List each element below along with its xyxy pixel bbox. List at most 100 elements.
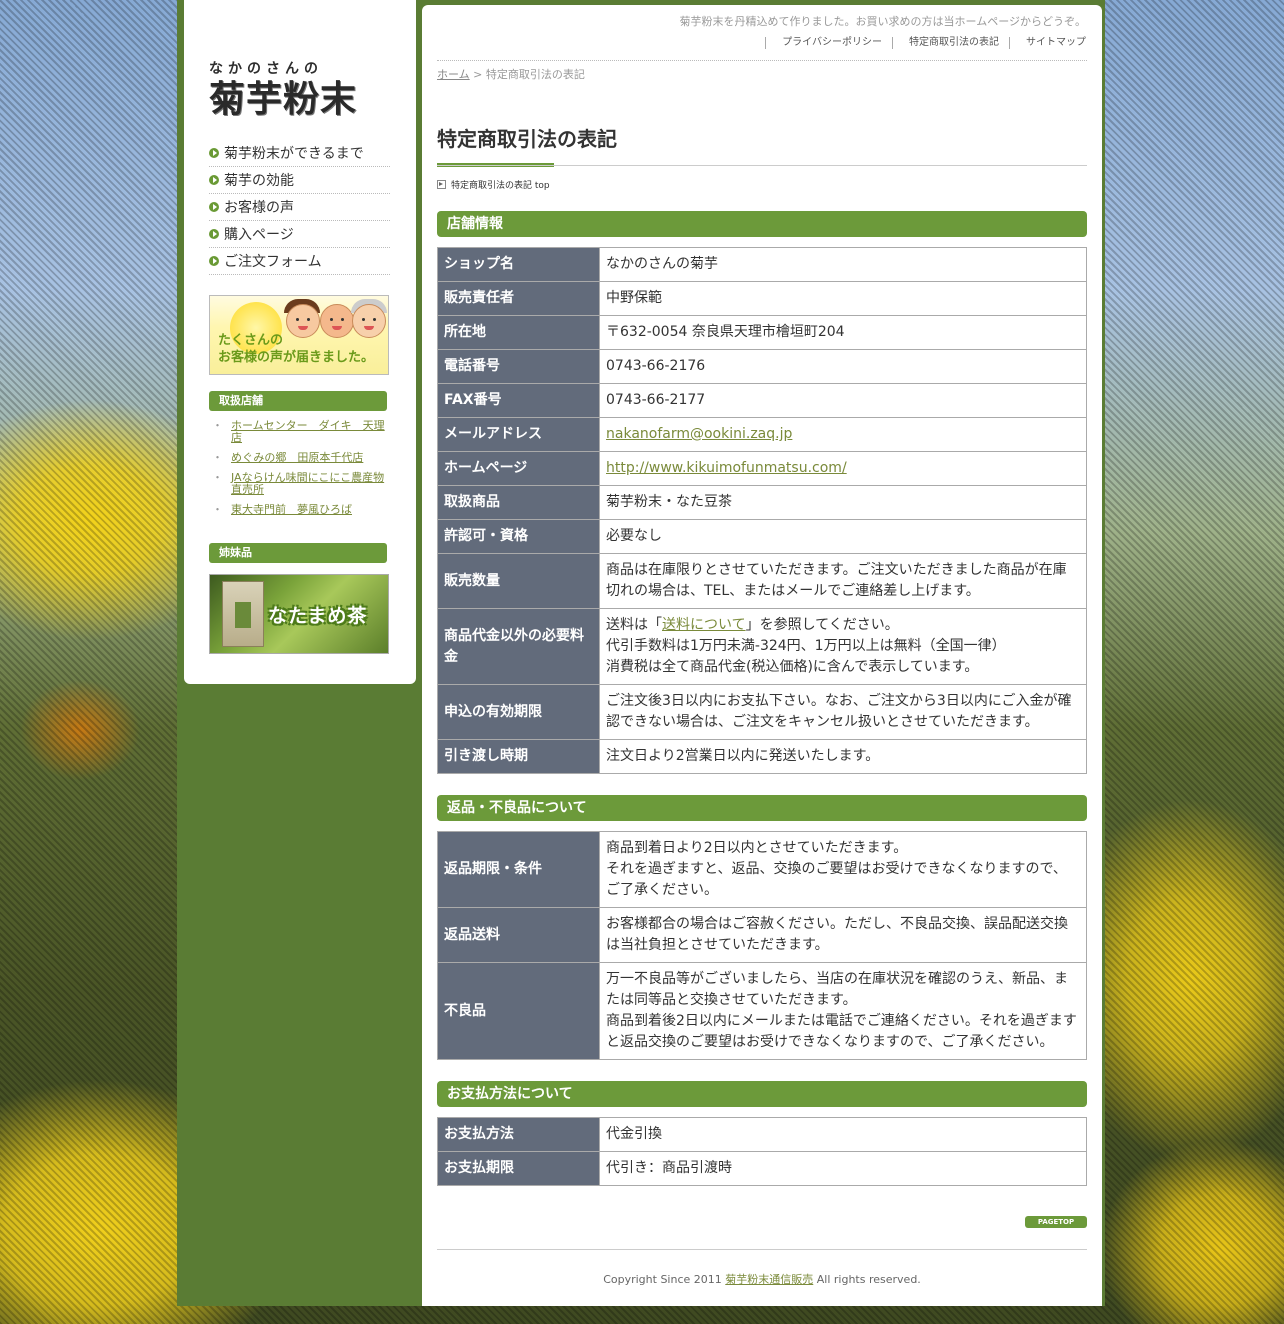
- table-cell: 代金引換: [599, 1117, 1087, 1152]
- table-row: 電話番号 0743-66-2176: [437, 349, 1087, 384]
- table-row: 返品期限・条件 商品到着日より2日以内とさせていただきます。 それを過ぎますと、返…: [437, 831, 1087, 908]
- customer-voices-banner[interactable]: たくさんの お客様の声が届きました。: [209, 295, 389, 375]
- table-cell: 万一不良品等がございましたら、当店の在庫状況を確認のうえ、新品、または同等品と交…: [599, 962, 1087, 1060]
- table-cell: ご注文後3日以内にお支払下さい。なお、ご注文から3日以内にご入金が確認できない場…: [599, 684, 1087, 740]
- list-item: JAならけん味間にこにこ農産物直売所: [209, 472, 389, 496]
- pagetop-button[interactable]: PAGETOP: [1025, 1216, 1087, 1228]
- utility-nav: プライバシーポリシー 特定商取引法の表記 サイトマップ: [765, 37, 1086, 49]
- table-header-cell: 電話番号: [437, 349, 600, 384]
- table-row: 取扱商品 菊芋粉末・なた豆茶: [437, 485, 1087, 520]
- natamame-tea-banner[interactable]: なたまめ茶: [209, 574, 389, 654]
- store-info-heading: 店舗情報: [437, 211, 1087, 237]
- table-row: 販売数量 商品は在庫限りとさせていただきます。ご注文いただきました商品が在庫切れの…: [437, 553, 1087, 609]
- sister-banner-text: なたまめ茶: [268, 605, 368, 627]
- nav-item-order-form[interactable]: ご注文フォーム: [209, 248, 390, 275]
- table-cell: 注文日より2営業日以内に発送いたします。: [599, 739, 1087, 774]
- table-header-cell: ホームページ: [437, 451, 600, 486]
- table-header-cell: ショップ名: [437, 247, 600, 282]
- breadcrumb-home-link[interactable]: ホーム: [437, 68, 470, 81]
- table-header-cell: 申込の有効期限: [437, 684, 600, 740]
- copyright-text: All rights reserved.: [813, 1273, 921, 1286]
- payment-heading: お支払方法について: [437, 1081, 1087, 1107]
- table-cell: 0743-66-2177: [599, 383, 1087, 418]
- site-tagline: 菊芋粉末を丹精込めて作りました。お買い求めの方は当ホームページからどうぞ。: [679, 15, 1086, 28]
- table-row: ショップ名 なかのさんの菊芋: [437, 247, 1087, 282]
- arrow-bullet-icon: [209, 229, 219, 239]
- site-logo[interactable]: なかのさんの 菊芋粉末: [209, 58, 359, 122]
- table-cell: nakanofarm@ookini.zaq.jp: [599, 417, 1087, 452]
- shop-list: ホームセンター ダイキ 天理店 めぐみの郷 田原本千代店 JAならけん味間にこに…: [209, 420, 389, 524]
- arrow-bullet-icon: [209, 202, 219, 212]
- voice-banner-text: たくさんの お客様の声が届きました。: [218, 332, 374, 366]
- page-title: 特定商取引法の表記: [437, 127, 617, 151]
- table-cell: 菊芋粉末・なた豆茶: [599, 485, 1087, 520]
- shop-link[interactable]: 東大寺門前 夢風ひろば: [231, 503, 352, 516]
- divider: [437, 1249, 1087, 1250]
- anchor-arrow-icon: [437, 180, 446, 189]
- privacy-policy-link[interactable]: プライバシーポリシー: [765, 37, 892, 49]
- table-row: 申込の有効期限 ご注文後3日以内にお支払下さい。なお、ご注文から3日以内にご入金が…: [437, 684, 1087, 740]
- arrow-bullet-icon: [209, 175, 219, 185]
- arrow-bullet-icon: [209, 256, 219, 266]
- tokusho-link[interactable]: 特定商取引法の表記: [892, 37, 1009, 49]
- nav-item-label: 菊芋粉末ができるまで: [224, 146, 364, 162]
- logo-subtitle: なかのさんの: [209, 61, 323, 77]
- shop-link[interactable]: JAならけん味間にこにこ農産物直売所: [231, 471, 384, 496]
- table-cell: http://www.kikuimofunmatsu.com/: [599, 451, 1087, 486]
- list-item: めぐみの郷 田原本千代店: [209, 451, 389, 465]
- table-row: 所在地 〒632-0054 奈良県天理市檜垣町204: [437, 315, 1087, 350]
- table-header-cell: 許認可・資格: [437, 519, 600, 554]
- table-header-cell: 返品期限・条件: [437, 831, 600, 908]
- table-cell: 0743-66-2176: [599, 349, 1087, 384]
- logo-title: 菊芋粉末: [209, 78, 358, 120]
- table-cell: 代引き：商品引渡時: [599, 1151, 1087, 1186]
- breadcrumb: ホーム > 特定商取引法の表記: [437, 66, 585, 82]
- nav-item-effects[interactable]: 菊芋の効能: [209, 167, 390, 194]
- table-row: メールアドレス nakanofarm@ookini.zaq.jp: [437, 417, 1087, 452]
- table-cell: 中野保範: [599, 281, 1087, 316]
- table-cell: 送料は「送料について」を参照してください。 代引手数料は1万円未満-324円、1…: [599, 608, 1087, 685]
- table-row: FAX番号 0743-66-2177: [437, 383, 1087, 418]
- shops-heading: 取扱店舗: [209, 391, 387, 411]
- voice-banner-line2: お客様の声が届きました。: [218, 350, 375, 365]
- table-header-cell: 返品送料: [437, 907, 600, 963]
- sitemap-link[interactable]: サイトマップ: [1009, 37, 1086, 49]
- footer-site-link[interactable]: 菊芋粉末通信販売: [725, 1273, 813, 1286]
- table-row: 許認可・資格 必要なし: [437, 519, 1087, 554]
- table-header-cell: 取扱商品: [437, 485, 600, 520]
- anchor-link[interactable]: 特定商取引法の表記 top: [437, 178, 550, 191]
- table-row: お支払方法 代金引換: [437, 1117, 1087, 1152]
- table-header-cell: お支払期限: [437, 1151, 600, 1186]
- table-header-cell: 所在地: [437, 315, 600, 350]
- shop-link[interactable]: ホームセンター ダイキ 天理店: [231, 419, 385, 444]
- returns-heading: 返品・不良品について: [437, 795, 1087, 821]
- table-cell: なかのさんの菊芋: [599, 247, 1087, 282]
- email-link[interactable]: nakanofarm@ookini.zaq.jp: [606, 426, 792, 442]
- table-header-cell: 引き渡し時期: [437, 739, 600, 774]
- homepage-link[interactable]: http://www.kikuimofunmatsu.com/: [606, 460, 847, 476]
- table-header-cell: FAX番号: [437, 383, 600, 418]
- voice-banner-line1: たくさんの: [218, 333, 284, 348]
- table-header-cell: 販売数量: [437, 553, 600, 609]
- shipping-link[interactable]: 送料について: [662, 617, 746, 633]
- arrow-bullet-icon: [209, 148, 219, 158]
- table-cell: お客様都合の場合はご容赦ください。ただし、不良品交換、誤品配送交換は当社負担とさ…: [599, 907, 1087, 963]
- table-header-cell: メールアドレス: [437, 417, 600, 452]
- breadcrumb-separator: >: [469, 68, 486, 81]
- shop-link[interactable]: めぐみの郷 田原本千代店: [231, 451, 363, 464]
- fees-line2: 代引手数料は1万円未満-324円、1万円以上は無料（全国一律）: [606, 638, 1006, 654]
- sidebar-nav: 菊芋粉末ができるまで 菊芋の効能 お客様の声 購入ページ ご注文フォーム: [209, 140, 390, 275]
- divider: [437, 60, 1087, 61]
- nav-item-process[interactable]: 菊芋粉末ができるまで: [209, 140, 390, 167]
- nav-item-label: お客様の声: [224, 200, 294, 216]
- table-header-cell: 商品代金以外の必要料金: [437, 608, 600, 685]
- nav-item-label: ご注文フォーム: [224, 254, 322, 270]
- table-row: 返品送料 お客様都合の場合はご容赦ください。ただし、不良品交換、誤品配送交換は当社…: [437, 907, 1087, 963]
- tea-package-icon: [222, 581, 264, 647]
- list-item: ホームセンター ダイキ 天理店: [209, 420, 389, 444]
- table-row: ホームページ http://www.kikuimofunmatsu.com/: [437, 451, 1087, 486]
- list-item: 東大寺門前 夢風ひろば: [209, 503, 389, 517]
- nav-item-purchase[interactable]: 購入ページ: [209, 221, 390, 248]
- nav-item-voices[interactable]: お客様の声: [209, 194, 390, 221]
- fees-text: 送料は「: [606, 617, 662, 633]
